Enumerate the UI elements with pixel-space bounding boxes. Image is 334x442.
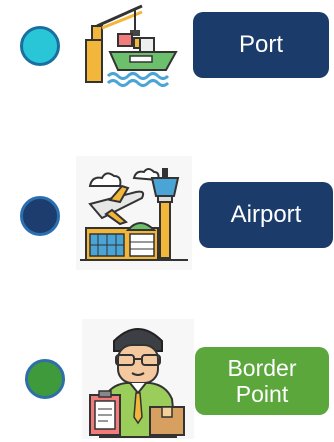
row-border-point: Border Point	[0, 315, 334, 442]
port-label: Port	[238, 31, 283, 59]
border-point-label-line1: Border	[227, 354, 297, 381]
airport-button[interactable]: Airport	[199, 182, 333, 248]
port-dot[interactable]	[20, 26, 60, 66]
border-point-button[interactable]: Border Point	[195, 347, 329, 415]
border-point-label-line2: Point	[235, 381, 289, 407]
row-airport: Airport	[0, 150, 334, 280]
port-button[interactable]: Port	[193, 12, 329, 78]
port-crane-ship-icon	[80, 4, 180, 88]
row-port: Port	[0, 0, 334, 100]
border-officer-icon	[82, 319, 194, 439]
border-point-dot[interactable]	[25, 359, 65, 399]
airport-label: Airport	[230, 201, 302, 229]
airport-plane-tower-icon	[76, 156, 192, 270]
airport-dot[interactable]	[20, 196, 60, 236]
